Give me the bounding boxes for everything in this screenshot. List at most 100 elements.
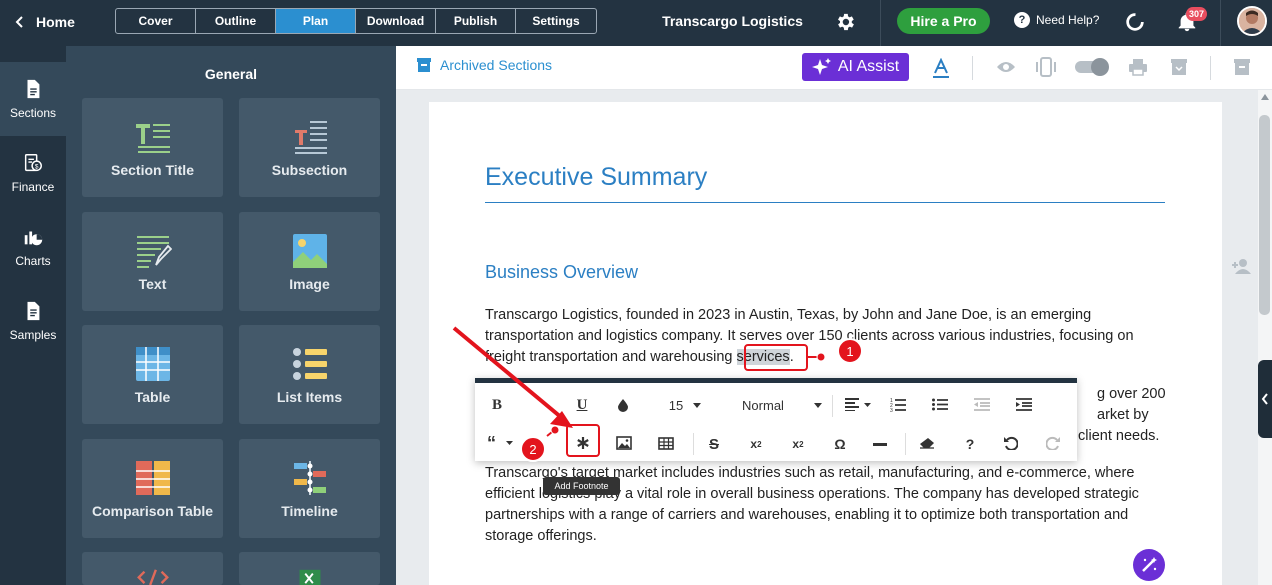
scrollbar-thumb[interactable] bbox=[1259, 115, 1270, 315]
chevron-left-icon bbox=[15, 16, 23, 28]
rail-label: Samples bbox=[9, 328, 57, 342]
code-icon bbox=[136, 569, 169, 585]
text-color-icon[interactable] bbox=[932, 58, 950, 80]
collapse-right-panel-handle[interactable] bbox=[1258, 360, 1272, 438]
tooltip: Add Footnote bbox=[543, 477, 620, 495]
archived-sections-button[interactable]: Archived Sections bbox=[416, 57, 552, 73]
image-icon bbox=[292, 233, 327, 268]
archive-icon[interactable] bbox=[1170, 58, 1188, 76]
finance-icon: $ bbox=[24, 154, 42, 172]
divider bbox=[1210, 56, 1211, 80]
card-timeline[interactable]: Timeline bbox=[239, 439, 380, 538]
ai-assist-button[interactable]: AI Assist bbox=[802, 53, 909, 81]
archive-all-icon[interactable] bbox=[1233, 58, 1251, 76]
eye-icon[interactable] bbox=[996, 60, 1016, 74]
svg-text:3: 3 bbox=[890, 408, 893, 412]
device-preview-icon[interactable] bbox=[1036, 57, 1056, 77]
divider bbox=[880, 0, 881, 46]
rail-label: Charts bbox=[15, 254, 51, 268]
chevron-left-icon bbox=[1261, 393, 1268, 405]
annotation-step-2: 2 bbox=[520, 436, 546, 462]
sparkle-icon bbox=[811, 58, 831, 75]
card-label: List Items bbox=[276, 388, 343, 405]
panel-title: General bbox=[204, 66, 258, 82]
divider bbox=[905, 433, 906, 455]
help-icon: ? bbox=[1014, 12, 1030, 28]
card-section-title[interactable]: Section Title bbox=[82, 98, 223, 197]
paragraph-3[interactable]: Transcargo's target market includes indu… bbox=[485, 463, 1175, 547]
sync-status-icon[interactable] bbox=[1124, 11, 1146, 33]
rail-item-sections[interactable]: Sections bbox=[0, 62, 66, 136]
card-label: Comparison Table bbox=[91, 502, 214, 519]
rail-item-samples[interactable]: Samples bbox=[0, 284, 66, 358]
excel-icon bbox=[299, 569, 320, 585]
card-image[interactable]: Image bbox=[239, 212, 380, 311]
tab-outline[interactable]: Outline bbox=[196, 9, 276, 33]
redo-icon[interactable] bbox=[1046, 436, 1060, 450]
undo-icon[interactable] bbox=[1004, 436, 1018, 450]
pie-chart-icon bbox=[24, 231, 43, 246]
tab-plan[interactable]: Plan bbox=[276, 9, 356, 33]
company-name: Transcargo Logistics bbox=[662, 13, 803, 29]
card-text[interactable]: Text bbox=[82, 212, 223, 311]
gear-icon[interactable] bbox=[834, 11, 856, 33]
tab-download[interactable]: Download bbox=[356, 9, 436, 33]
ai-assist-label: AI Assist bbox=[837, 58, 900, 75]
tab-cover[interactable]: Cover bbox=[116, 9, 196, 33]
magic-wand-icon bbox=[1142, 557, 1157, 572]
outdent-icon[interactable] bbox=[974, 398, 990, 411]
paragraph-2-line-1: g over 200 bbox=[1097, 386, 1166, 402]
avatar[interactable] bbox=[1237, 6, 1267, 36]
card-label: Image bbox=[289, 275, 330, 292]
card-excel[interactable] bbox=[239, 552, 380, 585]
hire-a-pro-button[interactable]: Hire a Pro bbox=[897, 8, 990, 34]
text-icon bbox=[136, 235, 172, 268]
toggle-knob bbox=[1091, 58, 1109, 76]
tab-settings[interactable]: Settings bbox=[516, 9, 596, 33]
user-photo-icon bbox=[1239, 8, 1265, 34]
card-label: Table bbox=[134, 388, 171, 405]
subsection-heading[interactable]: Business Overview bbox=[485, 262, 638, 283]
rail-label: Sections bbox=[9, 106, 57, 120]
card-code[interactable] bbox=[82, 552, 223, 585]
magic-wand-button[interactable] bbox=[1133, 549, 1165, 581]
list-items-icon bbox=[292, 347, 327, 380]
help-icon[interactable]: ? bbox=[959, 431, 981, 457]
card-label: Subsection bbox=[271, 161, 348, 178]
divider bbox=[972, 56, 973, 80]
comparison-table-icon bbox=[135, 460, 170, 495]
card-label: Timeline bbox=[281, 502, 338, 519]
print-icon[interactable] bbox=[1128, 58, 1148, 76]
numbered-list-icon[interactable]: 123 bbox=[890, 397, 906, 412]
home-button[interactable]: Home bbox=[14, 0, 75, 44]
home-label: Home bbox=[36, 14, 75, 30]
scroll-up-icon[interactable] bbox=[1260, 93, 1270, 101]
card-subsection[interactable]: Subsection bbox=[239, 98, 380, 197]
rail-item-charts[interactable]: Charts bbox=[0, 210, 66, 284]
card-comparison-table[interactable]: Comparison Table bbox=[82, 439, 223, 538]
bullet-list-icon[interactable] bbox=[932, 398, 948, 411]
annotation-arrows bbox=[452, 326, 826, 437]
table-icon bbox=[135, 346, 170, 381]
help-label: Need Help? bbox=[1036, 13, 1100, 27]
rail-item-finance[interactable]: $ Finance bbox=[0, 136, 66, 210]
paragraph-2-line-3: client needs. bbox=[1078, 428, 1160, 444]
card-label: Text bbox=[138, 275, 167, 292]
main-tabs: Cover Outline Plan Download Publish Sett… bbox=[115, 8, 597, 34]
eraser-icon[interactable] bbox=[919, 437, 935, 449]
heading-underline bbox=[485, 202, 1165, 203]
timeline-icon bbox=[293, 460, 326, 495]
toggle-switch[interactable] bbox=[1075, 58, 1109, 76]
section-title-icon bbox=[135, 123, 170, 153]
annotation-step-1: 1 bbox=[837, 338, 863, 364]
add-user-icon[interactable] bbox=[1231, 258, 1251, 274]
archived-label: Archived Sections bbox=[440, 57, 553, 73]
section-heading[interactable]: Executive Summary bbox=[485, 163, 707, 192]
card-list-items[interactable]: List Items bbox=[239, 325, 380, 424]
tab-publish[interactable]: Publish bbox=[436, 9, 516, 33]
need-help-button[interactable]: ? Need Help? bbox=[1014, 12, 1099, 28]
card-table[interactable]: Table bbox=[82, 325, 223, 424]
indent-icon[interactable] bbox=[1016, 398, 1032, 411]
document-icon bbox=[27, 79, 40, 99]
svg-text:$: $ bbox=[35, 164, 39, 171]
